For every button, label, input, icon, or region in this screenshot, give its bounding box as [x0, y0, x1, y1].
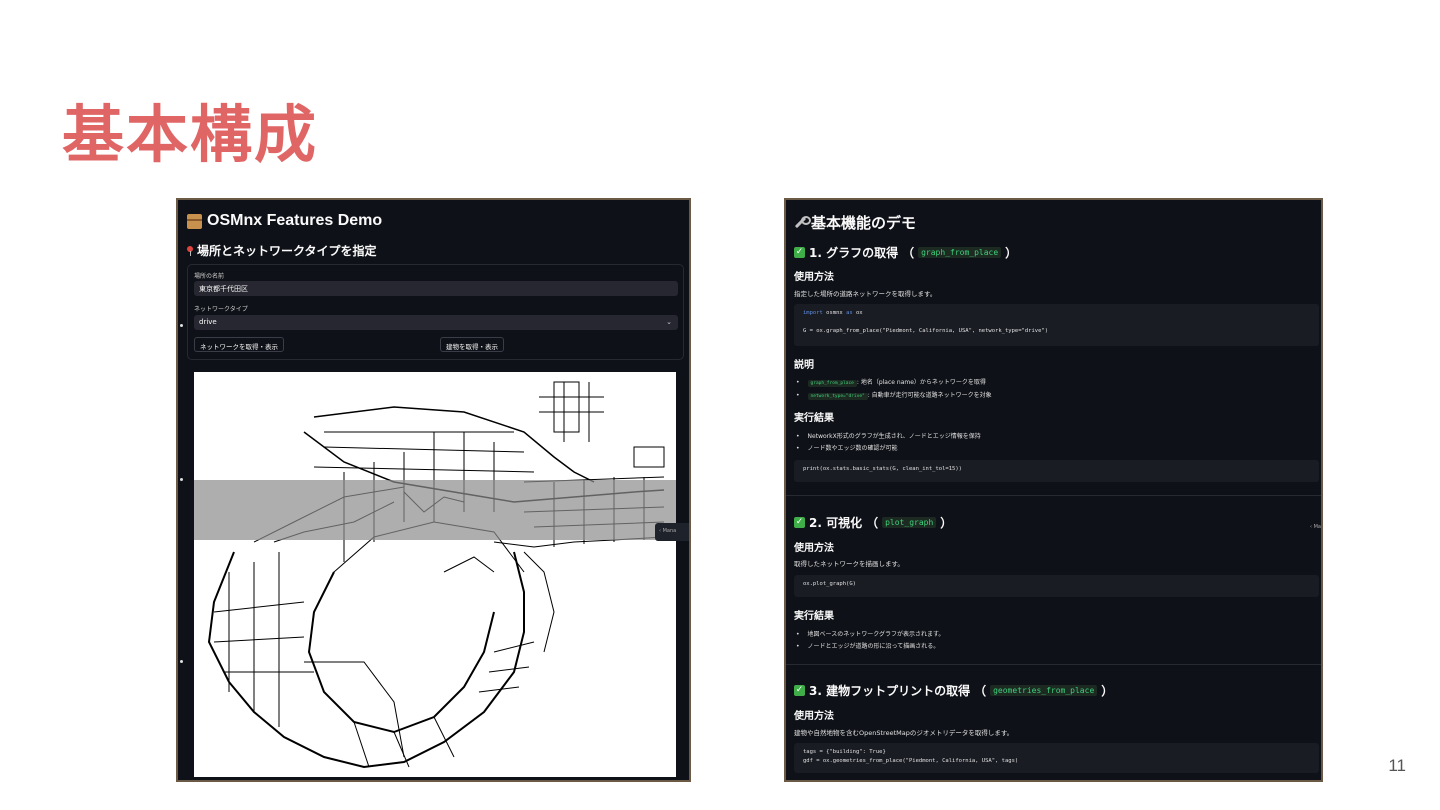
edge-dot	[180, 478, 183, 481]
section2-heading: ✓ 2. 可視化 （ plot_graph ）	[794, 514, 952, 531]
section1-heading: ✓ 1. グラフの取得 （ graph_from_place ）	[794, 244, 1017, 261]
road-network-graph	[207, 381, 665, 769]
divider	[786, 495, 1321, 496]
app-title-text: OSMnx Features Demo	[207, 212, 383, 229]
network-type-select[interactable]: drive ⌄	[194, 315, 678, 330]
code-line: gdf = ox.geometries_from_place("Piedmont…	[803, 758, 1019, 764]
slide: 基本構成 OSMnx Features Demo 場所とネットワークタイプを指定…	[0, 0, 1440, 810]
section1-code-block[interactable]: import osmnx as ox G = ox.graph_from_pla…	[794, 304, 1319, 346]
section1-title: 1. グラフの取得	[809, 246, 899, 260]
paren-open: （	[866, 516, 879, 530]
section2-code-block[interactable]: ox.plot_graph(G)	[794, 575, 1319, 597]
place-input[interactable]: 東京都千代田区	[194, 281, 678, 296]
paren-open: （	[974, 684, 987, 698]
section1-func: graph_from_place	[918, 247, 1002, 258]
input-form: 場所の名前 東京都千代田区 ネットワークタイプ drive ⌄ ネットワークを取…	[187, 264, 684, 360]
section3-usage-heading: 使用方法	[794, 711, 834, 722]
bullet-item: 地図ベースのネットワークグラフが表示されます。	[796, 629, 945, 638]
pin-icon	[187, 245, 193, 256]
network-map[interactable]	[194, 372, 676, 777]
check-icon: ✓	[794, 685, 805, 696]
section3-title: 3. 建物フットプリントの取得	[809, 684, 971, 698]
bullet-item: ノード数やエッジ数の確認が可能	[796, 443, 898, 452]
bullet-item: network_type="drive": 自動車が走行可能な道路ネットワークを…	[796, 390, 992, 400]
section3-usage-text: 建物や自然地物を含むOpenStreetMapのジオメトリデータを取得します。	[794, 729, 1014, 737]
chevron-down-icon: ⌄	[666, 318, 672, 326]
bullet-code: graph_from_place	[807, 380, 857, 387]
paren-close: ）	[1005, 246, 1018, 260]
bullet-text: : 自動車が走行可能な道路ネットワークを対象	[867, 392, 992, 399]
slide-title: 基本構成	[62, 98, 319, 171]
osmnx-demo-screenshot: OSMnx Features Demo 場所とネットワークタイプを指定 場所の名…	[176, 198, 691, 782]
code-line: ox.plot_graph(G)	[803, 581, 856, 587]
network-type-label: ネットワークタイプ	[194, 306, 248, 313]
divider	[786, 664, 1321, 665]
section2-title: 2. 可視化	[809, 516, 863, 530]
code-line: G = ox.graph_from_place("Piedmont, Calif…	[803, 328, 1049, 334]
check-icon: ✓	[794, 517, 805, 528]
sidebar-toggle[interactable]: ‹ Ma	[1310, 524, 1321, 530]
section3-heading: ✓ 3. 建物フットプリントの取得 （ geometries_from_plac…	[794, 682, 1113, 699]
sidebar-toggle[interactable]: ‹ Mana	[655, 523, 689, 541]
section1-usage-text: 指定した場所の道路ネットワークを取得します。	[794, 290, 937, 298]
code-line: import osmnx as ox	[803, 310, 863, 316]
section2-result-heading: 実行結果	[794, 611, 834, 622]
paren-close: ）	[940, 516, 953, 530]
edge-dot	[180, 660, 183, 663]
paren-open: （	[902, 246, 915, 260]
app-title: OSMnx Features Demo	[187, 212, 382, 230]
section2-usage-text: 取得したネットワークを描画します。	[794, 560, 904, 568]
demo-title-text: 基本機能のデモ	[811, 214, 917, 232]
bullet-item: ノードとエッジが道路の形に沿って描画される。	[796, 641, 940, 650]
selection-overlay	[194, 480, 676, 540]
package-icon	[187, 213, 202, 229]
section1-usage-heading: 使用方法	[794, 272, 834, 283]
section-subtitle: 場所とネットワークタイプを指定	[187, 242, 377, 259]
section2-usage-heading: 使用方法	[794, 543, 834, 554]
check-icon: ✓	[794, 247, 805, 258]
code-line: tags = {"building": True}	[803, 749, 886, 755]
bullet-item: NetworkX形式のグラフが生成され、ノードとエッジ情報を保持	[796, 431, 981, 440]
section1-explain-heading: 説明	[794, 360, 814, 371]
code-line: print(ox.stats.basic_stats(G, clean_int_…	[803, 466, 962, 472]
place-label: 場所の名前	[194, 273, 225, 280]
page-number: 11	[1388, 756, 1406, 775]
subtitle-text: 場所とネットワークタイプを指定	[197, 244, 377, 258]
section2-func: plot_graph	[882, 517, 937, 528]
sidebar-toggle-label: Mana	[662, 528, 677, 534]
bullet-code: network_type="drive"	[807, 393, 868, 400]
wrench-icon	[794, 216, 811, 229]
section1-stats-code[interactable]: print(ox.stats.basic_stats(G, clean_int_…	[794, 460, 1319, 482]
sidebar-toggle-label: Ma	[1313, 524, 1321, 530]
feature-demo-screenshot: 基本機能のデモ ✓ 1. グラフの取得 （ graph_from_place ）…	[784, 198, 1323, 782]
bullet-item: graph_from_place: 地名（place name）からネットワーク…	[796, 377, 986, 387]
network-type-value: drive	[199, 318, 217, 326]
fetch-buildings-button[interactable]: 建物を取得・表示	[440, 337, 504, 352]
paren-close: ）	[1101, 684, 1114, 698]
section1-result-heading: 実行結果	[794, 413, 834, 424]
bullet-text: : 地名（place name）からネットワークを取得	[856, 379, 986, 386]
section3-func: geometries_from_place	[990, 685, 1098, 696]
section3-code-block[interactable]: tags = {"building": True} gdf = ox.geome…	[794, 743, 1319, 773]
demo-title: 基本機能のデモ	[794, 212, 916, 233]
edge-dot	[180, 324, 183, 327]
fetch-network-button[interactable]: ネットワークを取得・表示	[194, 337, 284, 352]
